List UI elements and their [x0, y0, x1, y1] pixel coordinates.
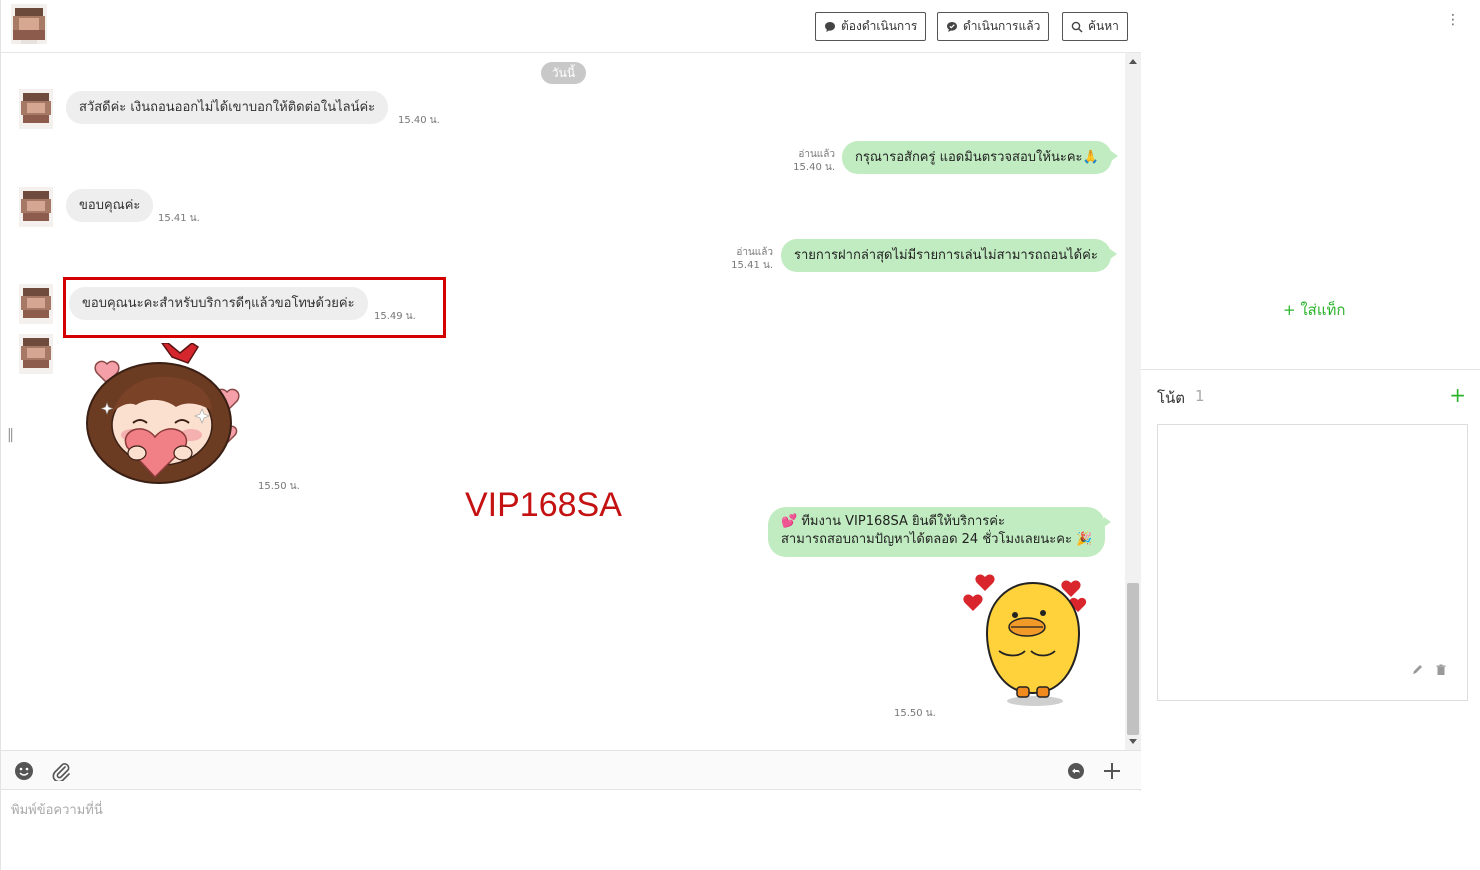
contact-avatar-small [19, 89, 53, 129]
highlight-annotation [63, 277, 446, 338]
watermark-text: VIP168SA [465, 486, 622, 524]
pending-label: ต้องดำเนินการ [841, 19, 918, 33]
smiley-icon [15, 762, 33, 780]
pending-button[interactable]: ต้องดำเนินการ [815, 12, 927, 41]
attach-button[interactable] [49, 759, 73, 783]
message-bubble-outgoing[interactable]: รายการฝากล่าสุดไม่มีรายการเล่นไม่สามารถถ… [781, 239, 1117, 272]
done-button[interactable]: ดำเนินการแล้ว [937, 12, 1050, 41]
add-note-button[interactable]: + [1449, 384, 1466, 406]
chat-panel: ต้องดำเนินการ ดำเนินการแล้ว ค้นหา วันนี้… [0, 0, 1141, 870]
composer-toolbar [1, 750, 1141, 790]
read-status: อ่านแล้ว [736, 247, 773, 258]
search-button[interactable]: ค้นหา [1062, 12, 1128, 41]
kebab-menu-icon[interactable]: ⋮ [1446, 13, 1460, 27]
chat-check-icon [947, 21, 957, 32]
note-card[interactable] [1157, 424, 1468, 701]
emoji-button[interactable] [12, 759, 36, 783]
notes-title: โน้ต [1157, 389, 1186, 407]
read-receipt: อ่านแล้ว 15.40 น. [771, 148, 835, 174]
read-status: อ่านแล้ว [798, 149, 835, 160]
message-list[interactable]: วันนี้ สวัสดีค่ะ เงินถอนออกไม่ได้เขาบอกใ… [1, 53, 1125, 750]
day-separator: วันนี้ [541, 62, 586, 84]
yellow-duck-hearts-sticker[interactable] [959, 573, 1091, 708]
delete-note-button[interactable] [1434, 663, 1448, 677]
chat-app: ต้องดำเนินการ ดำเนินการแล้ว ค้นหา วันนี้… [0, 0, 1480, 870]
message-time: 15.41 น. [731, 260, 773, 271]
scroll-thumb[interactable] [1127, 583, 1139, 735]
done-label: ดำเนินการแล้ว [963, 19, 1041, 33]
message-scrollbar[interactable] [1125, 53, 1141, 750]
more-options-button[interactable] [1100, 759, 1124, 783]
search-icon [1071, 21, 1083, 33]
message-bubble-outgoing[interactable]: กรุณารอสักครู่ แอดมินตรวจสอบให้นะคะ🙏 [842, 141, 1118, 174]
scroll-up-arrow-icon[interactable] [1129, 59, 1137, 64]
message-time: 15.50 น. [258, 481, 300, 492]
message-line: สามารถสอบถามปัญหาได้ตลอด 24 ชั่วโมงเลยนะ… [781, 532, 1093, 547]
contact-avatar[interactable] [11, 4, 47, 44]
side-panel: ⋮ + ใส่แท็ก โน้ต 1 + [1141, 0, 1480, 870]
resize-handle[interactable]: ‖ [7, 427, 14, 443]
panel-divider [1141, 369, 1480, 370]
plus-icon [1104, 763, 1120, 779]
message-time: 15.41 น. [158, 213, 200, 224]
add-tag-button[interactable]: + ใส่แท็ก [1283, 298, 1345, 322]
paperclip-icon [52, 763, 70, 781]
message-line: 💕 ทีมงาน VIP168SA ยินดีให้บริการค่ะ [781, 514, 1005, 529]
pencil-icon [1413, 665, 1422, 674]
contact-avatar-small [19, 187, 53, 227]
message-time: 15.40 น. [398, 115, 440, 126]
message-bubble-incoming[interactable]: ขอบคุณค่ะ [66, 189, 154, 222]
contact-avatar-small [19, 284, 53, 324]
message-time: 15.40 น. [793, 162, 835, 173]
contact-avatar-small [19, 334, 53, 374]
edit-note-button[interactable] [1410, 663, 1424, 677]
quick-reply-button[interactable] [1064, 759, 1088, 783]
search-label: ค้นหา [1088, 19, 1119, 33]
girl-hugging-heart-sticker[interactable] [77, 343, 245, 488]
chat-reply-icon [1068, 763, 1084, 779]
scroll-down-arrow-icon[interactable] [1129, 739, 1137, 744]
message-time: 15.50 น. [894, 708, 936, 719]
message-bubble-incoming[interactable]: สวัสดีค่ะ เงินถอนออกไม่ได้เขาบอกให้ติดต่… [66, 91, 389, 124]
notes-count: 1 [1195, 387, 1205, 405]
read-receipt: อ่านแล้ว 15.41 น. [709, 246, 773, 272]
message-bubble-outgoing[interactable]: 💕 ทีมงาน VIP168SA ยินดีให้บริการค่ะ สามา… [768, 507, 1112, 557]
chat-header: ต้องดำเนินการ ดำเนินการแล้ว ค้นหา [1, 0, 1141, 53]
chat-bubble-icon [825, 21, 835, 32]
trash-icon [1436, 664, 1446, 675]
message-input[interactable] [1, 791, 1141, 870]
